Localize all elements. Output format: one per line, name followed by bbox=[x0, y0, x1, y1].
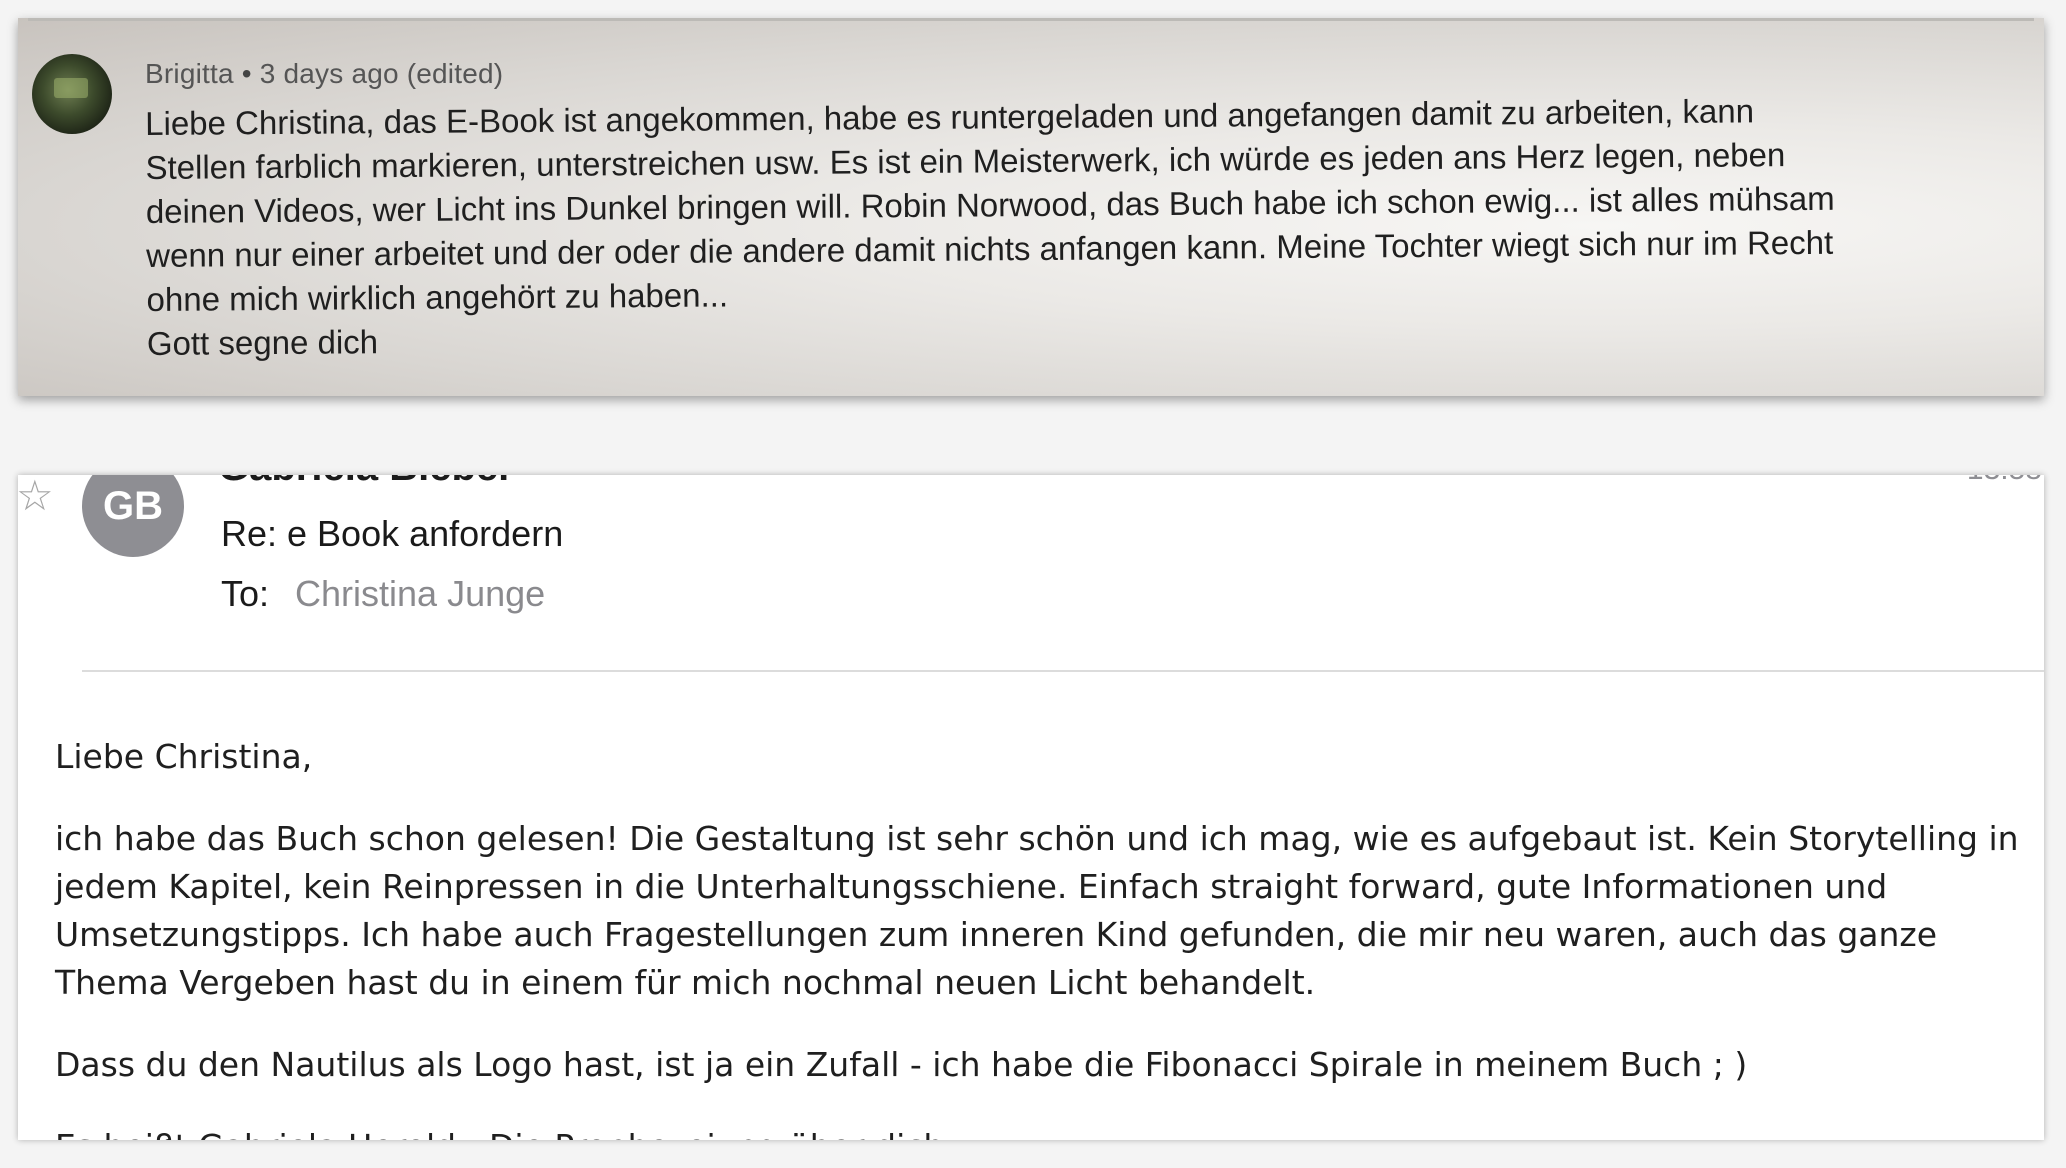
commenter-avatar[interactable] bbox=[32, 54, 112, 134]
to-label: To: bbox=[221, 573, 270, 614]
email-subject: Re: e Book anfordern bbox=[221, 513, 564, 554]
avatar-initials: GB bbox=[103, 483, 163, 528]
email-greeting: Liebe Christina, bbox=[55, 737, 313, 776]
sender-avatar[interactable]: GB bbox=[82, 475, 184, 557]
comment-timestamp[interactable]: 3 days ago (edited) bbox=[260, 58, 504, 89]
sender-name[interactable]: Gabriela Bieber bbox=[218, 475, 514, 490]
email-time: 13:58 bbox=[1967, 475, 2042, 487]
comment-meta: Brigitta • 3 days ago (edited) bbox=[145, 58, 503, 90]
comment-text: Liebe Christina, das E-Book ist angekomm… bbox=[145, 87, 2037, 366]
email-paragraph: Dass du den Nautilus als Logo hast, ist … bbox=[55, 1045, 1748, 1084]
email-view: ☆ GB Gabriela Bieber 13:58 Re: e Book an… bbox=[18, 475, 2044, 1140]
recipient-row: To: Christina Junge bbox=[221, 573, 545, 615]
star-icon[interactable]: ☆ bbox=[18, 475, 54, 517]
comment-card: Brigitta • 3 days ago (edited) Liebe Chris… bbox=[18, 18, 2044, 396]
comment-author[interactable]: Brigitta bbox=[145, 58, 234, 89]
email-paragraph: ich habe das Buch schon gelesen! Die Ges… bbox=[55, 819, 2019, 1002]
meta-separator: • bbox=[241, 58, 252, 89]
recipient-name[interactable]: Christina Junge bbox=[295, 573, 545, 614]
email-paragraph: Es heißt Gabriela Herold - Die Prophezei… bbox=[55, 1123, 2025, 1140]
header-divider bbox=[82, 670, 2044, 672]
email-body: Liebe Christina, ich habe das Buch schon… bbox=[55, 733, 2025, 1140]
